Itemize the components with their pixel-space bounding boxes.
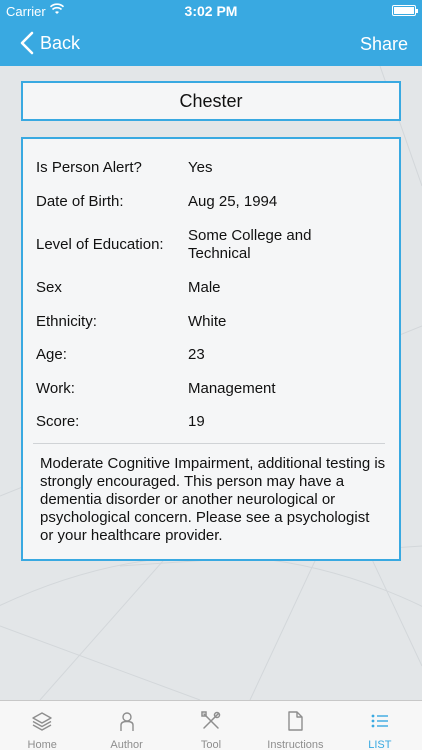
tab-label: Home — [27, 739, 57, 750]
navigation-bar: Carrier 3:02 PM Back Share — [0, 0, 422, 66]
tab-instructions[interactable]: Instructions — [253, 701, 337, 750]
share-button[interactable]: Share — [360, 34, 408, 55]
details-card: Is Person Alert? Yes Date of Birth: Aug … — [21, 137, 401, 561]
field-label: Age: — [36, 346, 67, 363]
tab-home[interactable]: Home — [0, 701, 84, 750]
field-value: Management — [188, 380, 276, 397]
field-value: White — [188, 313, 227, 330]
chevron-left-icon — [20, 31, 34, 55]
person-icon — [119, 712, 134, 731]
status-bar: Carrier 3:02 PM — [0, 0, 422, 22]
document-icon — [288, 711, 304, 731]
field-value: Aug 25, 1994 — [188, 193, 278, 210]
field-value: Male — [188, 279, 221, 296]
tab-label: Instructions — [267, 739, 324, 750]
layers-icon — [32, 712, 52, 731]
field-label: Score: — [36, 413, 80, 430]
tab-label: Author — [110, 739, 143, 750]
field-label: Ethnicity: — [36, 313, 97, 330]
field-label: Is Person Alert? — [36, 159, 142, 176]
tools-icon — [201, 711, 221, 729]
field-label: Level of Education: — [36, 236, 164, 253]
field-value: 19 — [188, 413, 205, 430]
status-time: 3:02 PM — [184, 3, 238, 19]
back-button[interactable]: Back — [20, 31, 80, 55]
tab-tool[interactable]: Tool — [169, 701, 253, 750]
field-label: Date of Birth: — [36, 193, 124, 210]
person-name: Chester — [21, 81, 401, 121]
tab-list[interactable]: LIST — [338, 701, 422, 750]
nav-bar: Back Share — [0, 22, 422, 66]
field-label: Work: — [36, 380, 75, 397]
battery-icon — [392, 5, 418, 16]
result-text: Moderate Cognitive Impairment, additiona… — [40, 455, 386, 544]
tab-label: Tool — [200, 739, 222, 750]
field-value: Some College and Technical — [188, 227, 312, 262]
field-value: 23 — [188, 346, 205, 363]
divider — [33, 443, 385, 444]
tab-label: LIST — [368, 739, 392, 750]
field-value: Yes — [188, 159, 213, 176]
tab-bar: Home Author Tool Instructions LIST — [0, 700, 422, 750]
list-icon — [371, 714, 388, 728]
back-label: Back — [40, 32, 81, 53]
field-label: Sex — [36, 279, 62, 296]
tab-author[interactable]: Author — [84, 701, 168, 750]
